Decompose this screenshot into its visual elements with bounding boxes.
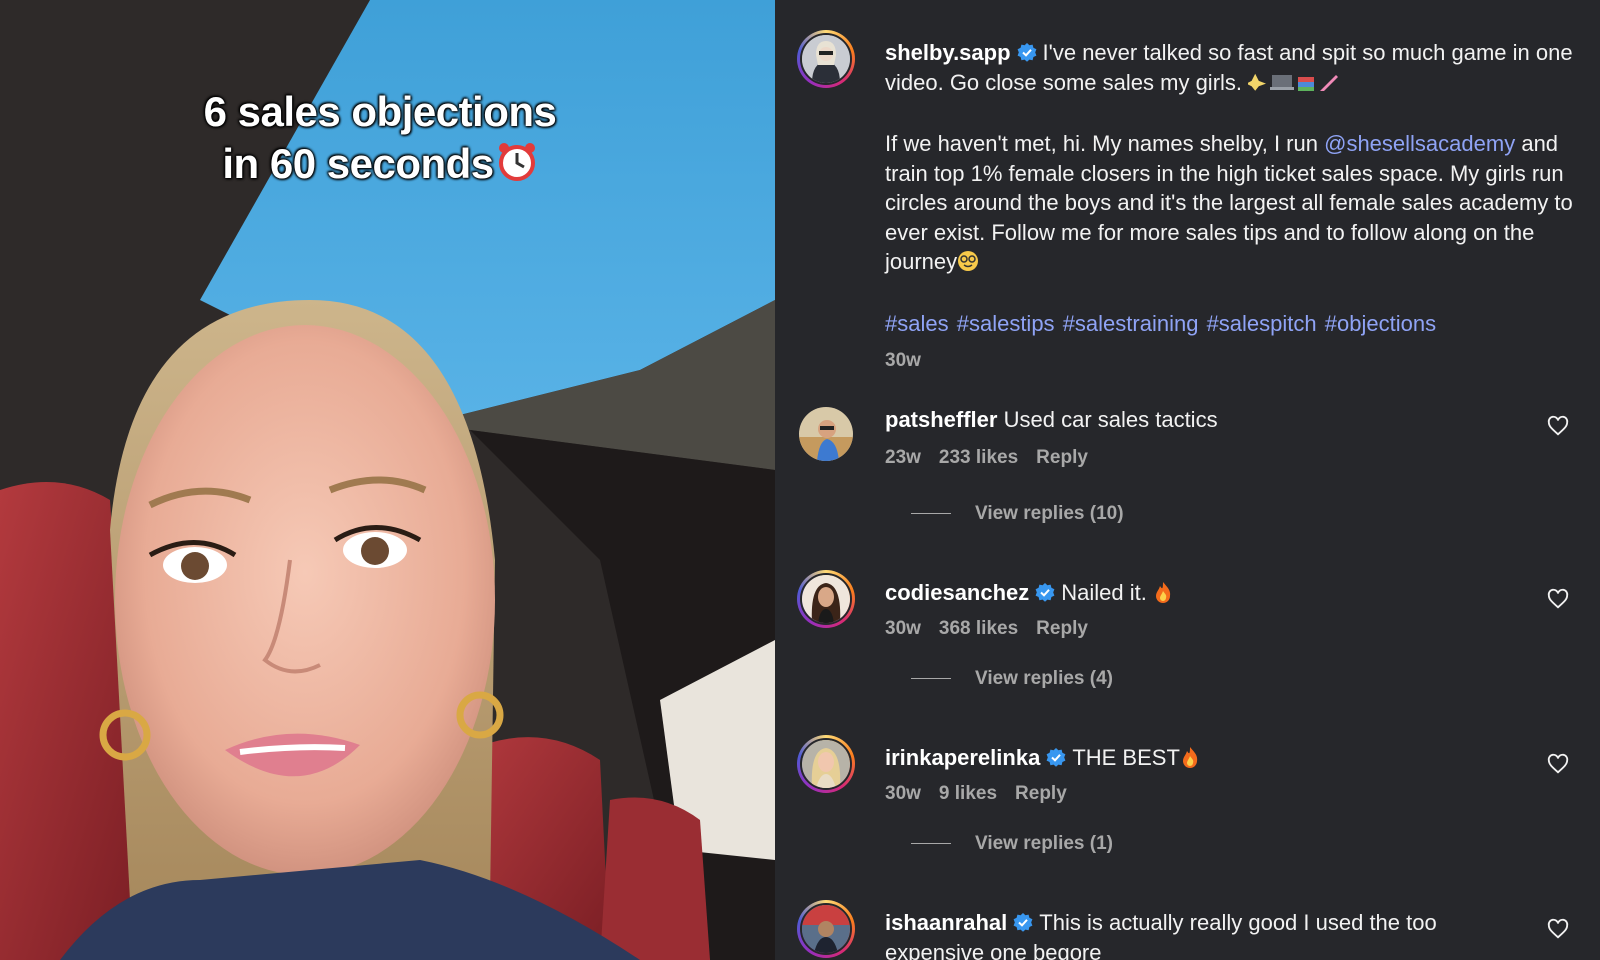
- hashtag-link[interactable]: #salespitch: [1207, 311, 1317, 336]
- view-replies-label: View replies (1): [975, 833, 1113, 854]
- hashtag-link[interactable]: #sales: [885, 311, 949, 336]
- view-replies-label: View replies (10): [975, 503, 1124, 524]
- mention-link[interactable]: @shesellsacademy: [1324, 131, 1515, 156]
- comment-likes[interactable]: 9 likes: [939, 783, 997, 804]
- caption-line-1: 6 sales objections: [203, 88, 557, 135]
- heart-icon[interactable]: [1547, 918, 1569, 940]
- comment-age: 23w: [885, 447, 921, 468]
- comment-age: 30w: [885, 783, 921, 804]
- divider-line: [911, 513, 951, 515]
- view-replies-button[interactable]: View replies (1): [911, 833, 1113, 855]
- comments-panel[interactable]: shelby.sapp I've never talked so fast and…: [775, 0, 1600, 960]
- verified-badge-icon: [1046, 748, 1066, 767]
- verified-badge-icon: [1017, 43, 1036, 62]
- comment-text: Used car sales tactics: [1003, 407, 1218, 432]
- comment-username[interactable]: patsheffler: [885, 407, 997, 432]
- caption-line-2: in 60 seconds: [222, 140, 494, 187]
- post-username[interactable]: shelby.sapp: [885, 40, 1011, 65]
- avatar[interactable]: [797, 735, 855, 793]
- comment-age: 30w: [885, 618, 921, 639]
- alarm-clock-icon: [496, 140, 538, 194]
- video-player[interactable]: 6 sales objections in 60 seconds: [0, 0, 775, 960]
- reply-button[interactable]: Reply: [1036, 447, 1088, 468]
- fire-emoji: [1153, 581, 1173, 611]
- verified-badge-icon: [1013, 913, 1033, 932]
- comment-likes[interactable]: 233 likes: [939, 447, 1018, 468]
- comment-username[interactable]: irinkaperelinka: [885, 745, 1040, 770]
- comment-item: irinkaperelinka THE BEST 30w 9 likes Reply …: [797, 735, 1597, 875]
- comment-item: ishaanrahal This is actually really good …: [797, 900, 1597, 960]
- sparkles-laptop-books-nails-emoji: [1246, 71, 1340, 101]
- verified-badge-icon: [1035, 583, 1055, 602]
- nerd-face-emoji: [957, 250, 979, 280]
- heart-icon[interactable]: [1547, 415, 1569, 437]
- comment-text: THE BEST: [1072, 745, 1180, 770]
- hashtag-link[interactable]: #salestraining: [1063, 311, 1199, 336]
- heart-icon[interactable]: [1547, 588, 1569, 610]
- reply-button[interactable]: Reply: [1036, 618, 1088, 639]
- video-caption: 6 sales objections in 60 seconds: [150, 86, 610, 194]
- comment-item: patsheffler Used car sales tactics 23w 23…: [797, 405, 1597, 545]
- view-replies-label: View replies (4): [975, 668, 1113, 689]
- comment-item: codiesanchez Nailed it. 30w 368 likes Reply…: [797, 570, 1597, 710]
- comment-username[interactable]: codiesanchez: [885, 580, 1029, 605]
- comment-text: Nailed it.: [1061, 580, 1147, 605]
- divider-line: [911, 678, 951, 680]
- hashtag-link[interactable]: #salestips: [957, 311, 1055, 336]
- avatar[interactable]: [797, 570, 855, 628]
- reply-button[interactable]: Reply: [1015, 783, 1067, 804]
- fire-emoji: [1180, 746, 1200, 776]
- view-replies-button[interactable]: View replies (10): [911, 503, 1124, 525]
- hashtag-link[interactable]: #objections: [1325, 311, 1436, 336]
- comment-likes[interactable]: 368 likes: [939, 618, 1018, 639]
- divider-line: [911, 843, 951, 845]
- heart-icon[interactable]: [1547, 753, 1569, 775]
- comment-username[interactable]: ishaanrahal: [885, 910, 1007, 935]
- avatar[interactable]: [799, 407, 853, 461]
- avatar[interactable]: [797, 900, 855, 958]
- view-replies-button[interactable]: View replies (4): [911, 668, 1113, 690]
- post-age: 30w: [885, 350, 921, 371]
- post-caption-text-2: If we haven't met, hi. My names shelby, …: [885, 131, 1318, 156]
- avatar[interactable]: [797, 30, 855, 88]
